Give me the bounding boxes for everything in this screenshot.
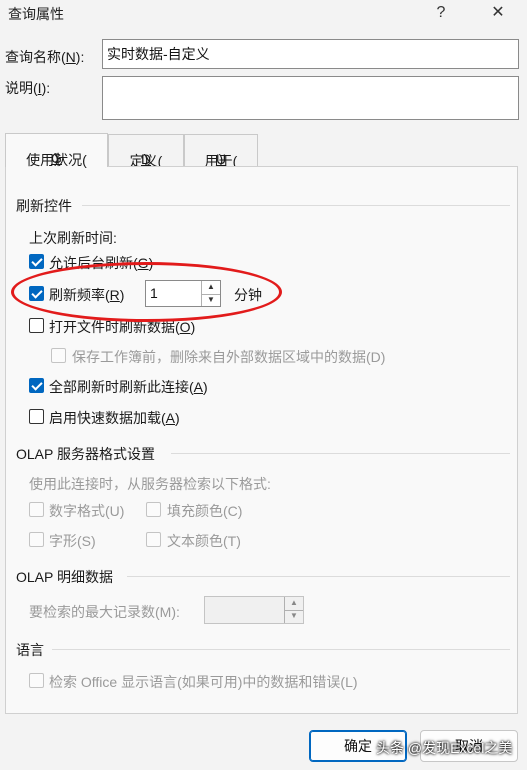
refresh-all-connection-label: 全部刷新时刷新此连接(A) [49,379,208,395]
fast-data-load-label: 启用快速数据加载(A) [49,410,180,426]
refresh-on-open-checkbox[interactable] [29,318,44,333]
language-section-title: 语言 [16,642,44,658]
fast-data-load-checkbox[interactable] [29,409,44,424]
spinner-buttons: ▲ ▼ [201,281,220,306]
query-name-label: 查询名称(N): [5,49,85,65]
spin-down-icon[interactable]: ▼ [285,610,303,623]
section-divider [127,576,510,577]
spin-down-icon[interactable]: ▼ [202,294,220,307]
query-name-value: 实时数据-自定义 [107,46,210,62]
spin-up-icon[interactable]: ▲ [285,597,303,611]
section-divider [82,205,510,206]
max-records-spinner[interactable]: ▲ ▼ [204,596,304,624]
spinner-buttons: ▲ ▼ [284,597,303,623]
font-style-label: 字形(S) [49,533,96,549]
background-refresh-checkbox[interactable] [29,254,44,269]
tab-used-for[interactable]: 用于(U) [184,134,258,169]
refresh-frequency-checkbox[interactable] [29,286,44,301]
olap-detail-section-title: OLAP 明细数据 [16,569,113,585]
section-divider [52,649,510,650]
query-name-input[interactable]: 实时数据-自定义 [102,39,519,69]
minutes-unit-label: 分钟 [234,287,262,303]
description-label: 说明(I): [5,80,51,96]
fill-color-label: 填充颜色(C) [167,503,243,519]
refresh-frequency-spinner[interactable]: 1 ▲ ▼ [145,280,221,307]
background-refresh-label: 允许后台刷新(G) [49,255,154,271]
close-icon[interactable]: ✕ [485,2,511,24]
refresh-frequency-label: 刷新频率(R) [49,287,125,303]
usage-panel [5,166,518,714]
number-format-checkbox[interactable] [29,502,44,517]
refresh-frequency-value: 1 [150,285,158,301]
olap-format-hint: 使用此连接时，从服务器检索以下格式: [29,476,271,492]
tab-definition[interactable]: 定义(D) [108,134,184,169]
title-bar: 查询属性 ? ✕ [0,0,527,28]
window-title: 查询属性 [8,6,64,22]
fill-color-checkbox[interactable] [146,502,161,517]
last-refresh-label: 上次刷新时间: [29,230,117,246]
tab-usage[interactable]: 使用状况(G) [5,133,108,168]
section-divider [171,453,510,454]
help-icon[interactable]: ? [428,2,454,24]
remove-data-before-save-checkbox[interactable] [51,348,66,363]
description-input[interactable] [102,76,519,120]
spin-up-icon[interactable]: ▲ [202,281,220,295]
refresh-section-title: 刷新控件 [16,198,72,214]
text-color-checkbox[interactable] [146,532,161,547]
office-language-label: 检索 Office 显示语言(如果可用)中的数据和错误(L) [49,674,358,690]
refresh-all-connection-checkbox[interactable] [29,378,44,393]
number-format-label: 数字格式(U) [49,503,125,519]
text-color-label: 文本颜色(T) [167,533,241,549]
office-language-checkbox[interactable] [29,673,44,688]
refresh-on-open-label: 打开文件时刷新数据(O) [49,319,196,335]
olap-format-section-title: OLAP 服务器格式设置 [16,446,155,462]
font-style-checkbox[interactable] [29,532,44,547]
remove-data-before-save-label: 保存工作簿前，删除来自外部数据区域中的数据(D) [72,349,386,365]
watermark-text: 头条 @发现Excel之美 [376,740,513,756]
max-records-label: 要检索的最大记录数(M): [29,604,180,620]
